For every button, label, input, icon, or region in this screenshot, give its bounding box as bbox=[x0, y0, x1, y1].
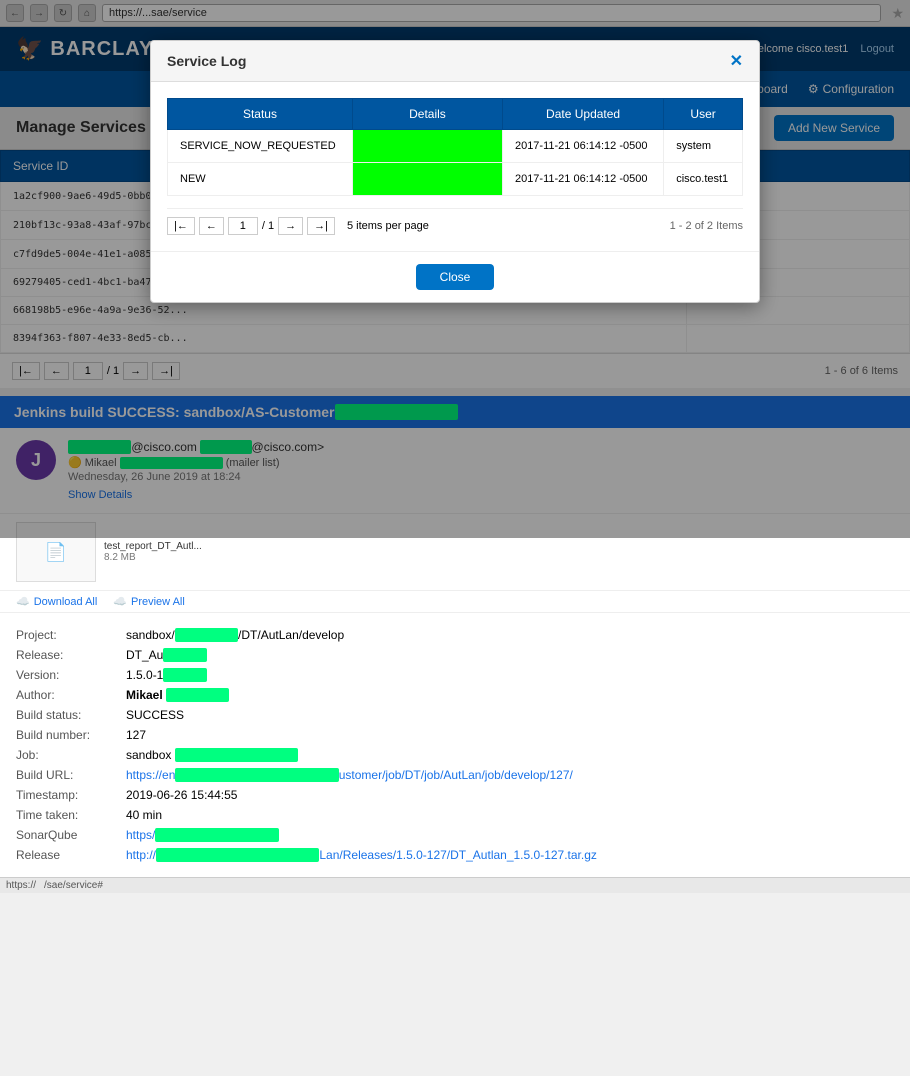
download-all-label: Download All bbox=[34, 596, 98, 608]
preview-all-button[interactable]: ☁️ Preview All bbox=[113, 595, 185, 608]
field-label: Release: bbox=[16, 645, 126, 665]
field-value: Mikael bbox=[126, 685, 894, 705]
email-fields-table: Project: sandbox/ /DT/AutLan/develop Rel… bbox=[16, 625, 894, 865]
email-body: Project: sandbox/ /DT/AutLan/develop Rel… bbox=[0, 613, 910, 877]
field-label: Project: bbox=[16, 625, 126, 645]
field-value: sandbox/ /DT/AutLan/develop bbox=[126, 625, 894, 645]
field-label: Build URL: bbox=[16, 765, 126, 785]
field-label: Time taken: bbox=[16, 805, 126, 825]
modal-pagination: |← ← / 1 → →| 5 items per page 1 - 2 of … bbox=[167, 208, 743, 235]
cloud-preview-icon: ☁️ bbox=[113, 595, 127, 608]
field-label: Build number: bbox=[16, 725, 126, 745]
log-date-cell: 2017-11-21 06:14:12 -0500 bbox=[502, 130, 663, 163]
modal-first-page[interactable]: |← bbox=[167, 217, 195, 235]
field-label: Timestamp: bbox=[16, 785, 126, 805]
sonarqube-link[interactable]: https/ bbox=[126, 828, 279, 842]
status-bar: https:// /sae/service# bbox=[0, 877, 910, 893]
email-field-row: Job: sandbox bbox=[16, 745, 894, 765]
log-status-cell: SERVICE_NOW_REQUESTED bbox=[168, 130, 353, 163]
log-user-cell: cisco.test1 bbox=[664, 163, 743, 196]
attachment-actions: ☁️ Download All ☁️ Preview All bbox=[0, 591, 910, 613]
log-col-user: User bbox=[664, 99, 743, 130]
modal-pagination-controls: |← ← / 1 → →| 5 items per page bbox=[167, 217, 429, 235]
attachment-name: test_report_DT_Autl... bbox=[104, 541, 202, 552]
status-left: https:// bbox=[6, 880, 36, 891]
email-field-row: Project: sandbox/ /DT/AutLan/develop bbox=[16, 625, 894, 645]
field-label: Version: bbox=[16, 665, 126, 685]
email-field-row: Timestamp: 2019-06-26 15:44:55 bbox=[16, 785, 894, 805]
field-label: Author: bbox=[16, 685, 126, 705]
email-field-row: Build number: 127 bbox=[16, 725, 894, 745]
modal-last-page[interactable]: →| bbox=[307, 217, 335, 235]
email-field-row: Version: 1.5.0-1 bbox=[16, 665, 894, 685]
modal-title: Service Log bbox=[167, 53, 246, 69]
modal-prev-page[interactable]: ← bbox=[199, 217, 224, 235]
field-value: 1.5.0-1 bbox=[126, 665, 894, 685]
download-all-button[interactable]: ☁️ Download All bbox=[16, 595, 97, 608]
doc-icon: 📄 bbox=[45, 542, 67, 563]
attachment-info: test_report_DT_Autl... 8.2 MB bbox=[104, 541, 202, 563]
modal-page-of: / 1 bbox=[262, 220, 274, 232]
modal-body: Status Details Date Updated User SERVICE… bbox=[151, 82, 759, 251]
log-col-status: Status bbox=[168, 99, 353, 130]
log-table-row: NEW 2017-11-21 06:14:12 -0500 cisco.test… bbox=[168, 163, 743, 196]
build-url-link[interactable]: https://en ustomer/job/DT/job/AutLan/job… bbox=[126, 768, 573, 782]
modal-next-page[interactable]: → bbox=[278, 217, 303, 235]
modal-page-input[interactable] bbox=[228, 217, 258, 235]
service-log-table: Status Details Date Updated User SERVICE… bbox=[167, 98, 743, 196]
cloud-download-icon: ☁️ bbox=[16, 595, 30, 608]
field-value: 2019-06-26 15:44:55 bbox=[126, 785, 894, 805]
log-date-cell: 2017-11-21 06:14:12 -0500 bbox=[502, 163, 663, 196]
field-value: sandbox bbox=[126, 745, 894, 765]
modal-close-button[interactable]: ✕ bbox=[730, 51, 743, 71]
field-value: https/ bbox=[126, 825, 894, 845]
release-link[interactable]: http:// Lan/Releases/1.5.0-127/DT_Autlan… bbox=[126, 848, 597, 862]
modal-footer: Close bbox=[151, 251, 759, 302]
field-label: Job: bbox=[16, 745, 126, 765]
email-field-row: SonarQube https/ bbox=[16, 825, 894, 845]
field-label: Build status: bbox=[16, 705, 126, 725]
log-col-details: Details bbox=[352, 99, 502, 130]
field-label: SonarQube bbox=[16, 825, 126, 845]
email-field-row: Release http:// Lan/Releases/1.5.0-127/D… bbox=[16, 845, 894, 865]
log-table-row: SERVICE_NOW_REQUESTED 2017-11-21 06:14:1… bbox=[168, 130, 743, 163]
modal-pagination-summary: 1 - 2 of 2 Items bbox=[670, 220, 743, 232]
field-value: DT_Au bbox=[126, 645, 894, 665]
modal-items-per-page: 5 items per page bbox=[347, 220, 429, 232]
field-value: 40 min bbox=[126, 805, 894, 825]
log-status-cell: NEW bbox=[168, 163, 353, 196]
log-details-cell bbox=[352, 130, 502, 163]
service-log-modal: Service Log ✕ Status Details Date Update… bbox=[150, 40, 760, 303]
field-value: SUCCESS bbox=[126, 705, 894, 725]
field-label: Release bbox=[16, 845, 126, 865]
email-field-row: Build URL: https://en ustomer/job/DT/job… bbox=[16, 765, 894, 785]
email-field-row: Author: Mikael bbox=[16, 685, 894, 705]
log-user-cell: system bbox=[664, 130, 743, 163]
field-value: https://en ustomer/job/DT/job/AutLan/job… bbox=[126, 765, 894, 785]
email-field-row: Time taken: 40 min bbox=[16, 805, 894, 825]
log-col-date: Date Updated bbox=[502, 99, 663, 130]
email-field-row: Release: DT_Au bbox=[16, 645, 894, 665]
log-details-cell bbox=[352, 163, 502, 196]
modal-close-btn[interactable]: Close bbox=[416, 264, 495, 290]
field-value: 127 bbox=[126, 725, 894, 745]
attachment-size: 8.2 MB bbox=[104, 552, 202, 563]
modal-header: Service Log ✕ bbox=[151, 41, 759, 82]
field-value: http:// Lan/Releases/1.5.0-127/DT_Autlan… bbox=[126, 845, 894, 865]
status-right: /sae/service# bbox=[44, 880, 103, 891]
preview-all-label: Preview All bbox=[131, 596, 185, 608]
email-field-row: Build status: SUCCESS bbox=[16, 705, 894, 725]
